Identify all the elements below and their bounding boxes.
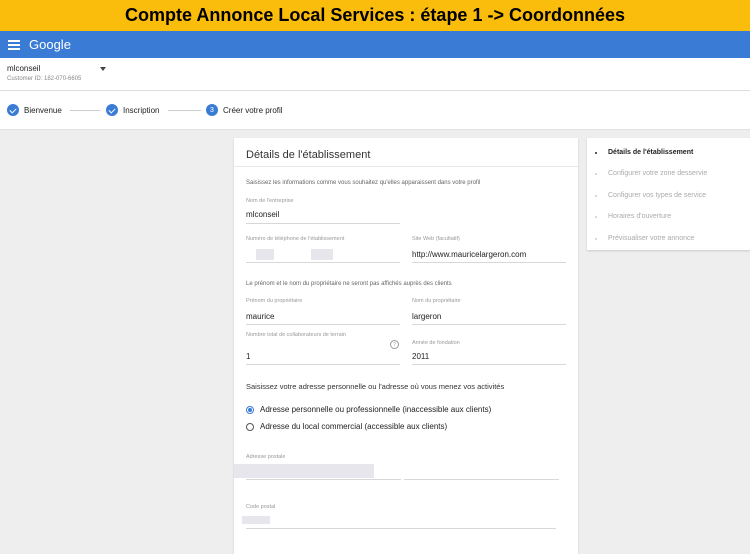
step-connector — [168, 110, 201, 111]
field-label: Nombre total de collaborateurs de terrai… — [246, 332, 346, 338]
field-value: largeron — [412, 312, 442, 321]
sidebar-item-service-area[interactable]: Configurer votre zone desservie — [595, 170, 707, 177]
radio-personal-address[interactable]: Adresse personnelle ou professionnelle (… — [246, 405, 491, 414]
customer-id: Customer ID: 182-070-6605 — [7, 76, 82, 82]
google-logo: Google — [29, 37, 71, 52]
sidebar-item-label: Horaires d'ouverture — [608, 213, 672, 220]
sidebar-item-label: Prévisualiser votre annonce — [608, 235, 695, 242]
help-icon[interactable]: ? — [390, 340, 399, 349]
bullet-icon — [595, 237, 597, 240]
redacted-value — [234, 464, 374, 478]
field-value: mlconseil — [246, 210, 280, 219]
field-value: http://www.mauricelargeron.com — [412, 250, 527, 259]
step-connector — [70, 110, 100, 111]
banner-title: Compte Annonce Local Services : étape 1 … — [125, 5, 625, 25]
sidebar-item-service-types[interactable]: Configurer vos types de service — [595, 192, 706, 199]
tutorial-banner: Compte Annonce Local Services : étape 1 … — [0, 0, 750, 31]
founding-year-field[interactable]: Année de fondation 2011 — [412, 340, 566, 365]
sidebar-item-label: Détails de l'établissement — [608, 149, 694, 156]
account-selector[interactable]: mlconseil — [7, 64, 40, 73]
address-question: Saisissez votre adresse personnelle ou l… — [246, 382, 505, 391]
field-staff-count-field[interactable]: Nombre total de collaborateurs de terrai… — [246, 332, 400, 365]
field-label: Prénom du propriétaire — [246, 298, 303, 304]
divider — [234, 166, 578, 167]
company-name-field[interactable]: Nom de l'entreprise mlconseil — [246, 198, 400, 224]
step-label: Bienvenue — [24, 105, 62, 115]
postal-code-field[interactable]: Code postal — [242, 504, 556, 529]
radio-commercial-address[interactable]: Adresse du local commercial (accessible … — [246, 422, 447, 431]
caret-down-icon[interactable] — [100, 67, 106, 71]
business-details-card: Détails de l'établissement Saisissez les… — [234, 138, 578, 554]
progress-stepper: Bienvenue Inscription 3 Créer votre prof… — [0, 91, 750, 130]
step-creer-profil[interactable]: 3 Créer votre profil — [206, 104, 283, 116]
redacted-value — [311, 249, 333, 260]
field-value: maurice — [246, 312, 275, 321]
radio-label: Adresse du local commercial (accessible … — [260, 422, 448, 431]
owner-last-name-field[interactable]: Nom du propriétaire largeron — [412, 298, 566, 325]
field-label: Numéro de téléphone de l'établissement — [246, 236, 345, 242]
bullet-icon — [595, 151, 597, 154]
account-header: mlconseil Customer ID: 182-070-6605 — [0, 58, 750, 91]
form-intro: Saisissez les informations comme vous so… — [246, 180, 481, 186]
postal-address-field[interactable]: Adresse postale — [234, 454, 559, 480]
redacted-value — [242, 516, 270, 524]
bullet-icon — [595, 215, 597, 218]
field-value: 1 — [246, 352, 251, 361]
step-inscription[interactable]: Inscription — [106, 104, 159, 116]
field-label: Adresse postale — [246, 454, 286, 460]
step-label: Inscription — [123, 105, 160, 115]
card-title: Détails de l'établissement — [246, 149, 371, 161]
step-number: 3 — [206, 104, 218, 116]
profile-steps-sidebar: Détails de l'établissement Configurer vo… — [587, 138, 750, 250]
bullet-icon — [595, 194, 597, 197]
owner-first-name-field[interactable]: Prénom du propriétaire maurice — [246, 298, 400, 325]
field-label: Nom de l'entreprise — [246, 198, 294, 204]
sidebar-item-business-details[interactable]: Détails de l'établissement — [595, 149, 693, 156]
radio-selected-icon[interactable] — [246, 405, 254, 414]
sidebar-item-label: Configurer vos types de service — [608, 192, 707, 199]
field-label: Site Web (facultatif) — [412, 236, 460, 242]
sidebar-item-opening-hours[interactable]: Horaires d'ouverture — [595, 213, 671, 220]
field-label: Nom du propriétaire — [412, 298, 461, 304]
field-label: Code postal — [246, 504, 276, 510]
redacted-value — [256, 249, 274, 260]
radio-unselected-icon[interactable] — [246, 422, 254, 431]
hamburger-menu-icon[interactable] — [8, 39, 20, 50]
website-field[interactable]: Site Web (facultatif) http://www.maurice… — [412, 236, 566, 263]
phone-field[interactable]: Numéro de téléphone de l'établissement — [246, 236, 400, 263]
check-icon — [106, 104, 118, 116]
radio-label: Adresse personnelle ou professionnelle (… — [260, 405, 492, 414]
owner-note: Le prénom et le nom du propriétaire ne s… — [246, 281, 452, 287]
step-bienvenue[interactable]: Bienvenue — [7, 104, 62, 116]
step-label: Créer votre profil — [223, 105, 283, 115]
sidebar-item-preview-ad[interactable]: Prévisualiser votre annonce — [595, 235, 694, 242]
app-bar: Google — [0, 31, 750, 58]
sidebar-item-label: Configurer votre zone desservie — [608, 170, 708, 177]
bullet-icon — [595, 172, 597, 175]
field-value: 2011 — [412, 352, 430, 361]
field-label: Année de fondation — [412, 340, 460, 346]
check-icon — [7, 104, 19, 116]
